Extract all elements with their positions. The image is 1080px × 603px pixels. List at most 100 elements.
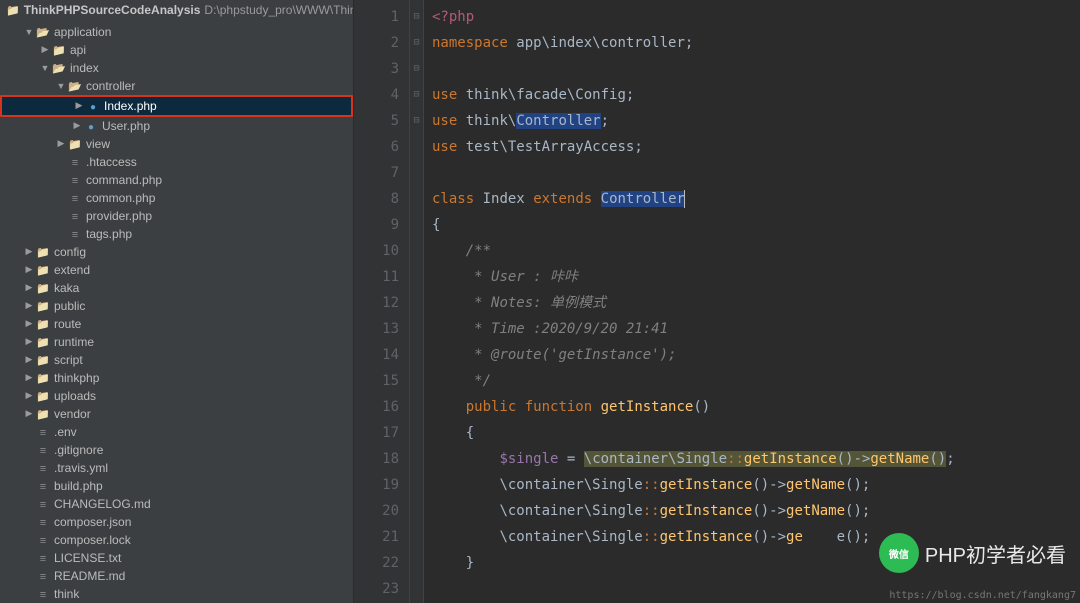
tree-toggle-icon[interactable]: ▶ [24, 282, 34, 293]
tree-node-application[interactable]: ▼application [0, 23, 353, 41]
file-icon [36, 587, 50, 601]
tree-toggle-icon[interactable]: ▶ [72, 120, 82, 131]
fold-toggle-icon[interactable]: ⊟ [410, 82, 423, 108]
tree-node-api[interactable]: ▶api [0, 41, 353, 59]
tree-node-route[interactable]: ▶ route [0, 315, 353, 333]
tree-toggle-icon[interactable]: ▼ [24, 27, 34, 37]
tree-node-thinkphp[interactable]: ▶thinkphp [0, 369, 353, 387]
tree-node-provider-php[interactable]: provider.php [0, 207, 353, 225]
tree-node-tags-php[interactable]: tags.php [0, 225, 353, 243]
tree-node-user-php[interactable]: ▶User.php [0, 117, 353, 135]
tree-node-license-txt[interactable]: LICENSE.txt [0, 549, 353, 567]
line-number: 17 [354, 420, 399, 446]
tree-node-changelog-md[interactable]: CHANGELOG.md [0, 495, 353, 513]
tree-toggle-icon[interactable]: ▶ [24, 408, 34, 419]
fold-toggle-icon[interactable]: ⊟ [410, 4, 423, 30]
tree-node-view[interactable]: ▶view [0, 135, 353, 153]
code-line[interactable] [432, 56, 1080, 82]
file-icon [36, 551, 50, 565]
code-line[interactable]: \container\Single::getInstance()->getNam… [432, 498, 1080, 524]
code-line[interactable]: * User : 咔咔 [432, 264, 1080, 290]
tree-node-composer-lock[interactable]: composer.lock [0, 531, 353, 549]
tree-toggle-icon[interactable]: ▶ [24, 336, 34, 347]
code-line[interactable]: \container\Single::getInstance()->getNam… [432, 472, 1080, 498]
code-line[interactable]: class Index extends Controller [432, 186, 1080, 212]
tree-label: CHANGELOG.md [54, 497, 151, 511]
tree-toggle-icon[interactable]: ▶ [24, 264, 34, 275]
code-line[interactable]: $single = \container\Single::getInstance… [432, 446, 1080, 472]
tree-node-public[interactable]: ▶ public [0, 297, 353, 315]
line-number: 13 [354, 316, 399, 342]
code-line[interactable]: namespace app\index\controller; [432, 30, 1080, 56]
tree-node-kaka[interactable]: ▶kaka [0, 279, 353, 297]
tree-node--htaccess[interactable]: .htaccess [0, 153, 353, 171]
code-line[interactable]: /** [432, 238, 1080, 264]
fold-toggle-icon[interactable]: ⊟ [410, 30, 423, 56]
code-line[interactable]: { [432, 212, 1080, 238]
tree-node-uploads[interactable]: ▶uploads [0, 387, 353, 405]
tree-node-common-php[interactable]: common.php [0, 189, 353, 207]
line-number: 3 [354, 56, 399, 82]
tree-toggle-icon[interactable]: ▼ [40, 63, 50, 73]
tree-toggle-icon[interactable]: ▶ [40, 44, 50, 55]
tree-node--gitignore[interactable]: .gitignore [0, 441, 353, 459]
tree-node-script[interactable]: ▶script [0, 351, 353, 369]
tree-label: route [54, 317, 81, 331]
code-line[interactable]: * @route('getInstance'); [432, 342, 1080, 368]
tree-node-controller[interactable]: ▼controller [0, 77, 353, 95]
watermark-text: PHP初学者必看 [925, 539, 1066, 568]
line-number: 4 [354, 82, 399, 108]
line-number: 21 [354, 524, 399, 550]
tree-toggle-icon[interactable]: ▶ [24, 354, 34, 365]
app-root: ThinkPHPSourceCodeAnalysis D:\phpstudy_p… [0, 0, 1080, 603]
tree-node-extend[interactable]: ▶extend [0, 261, 353, 279]
tree-node-composer-json[interactable]: composer.json [0, 513, 353, 531]
fold-toggle-icon[interactable]: ⊟ [410, 56, 423, 82]
code-line[interactable]: * Time :2020/9/20 21:41 [432, 316, 1080, 342]
tree-node-vendor[interactable]: ▶vendor [0, 405, 353, 423]
tree-label: .env [54, 425, 77, 439]
code-line[interactable]: use think\Controller; [432, 108, 1080, 134]
fold-column[interactable]: ⊟⊟⊟⊟⊟ [410, 0, 424, 603]
line-number: 20 [354, 498, 399, 524]
code-line[interactable]: { [432, 420, 1080, 446]
fold-toggle-icon[interactable]: ⊟ [410, 108, 423, 134]
tree-node-build-php[interactable]: build.php [0, 477, 353, 495]
tree-node--travis-yml[interactable]: .travis.yml [0, 459, 353, 477]
tree-node-command-php[interactable]: command.php [0, 171, 353, 189]
code-line[interactable]: public function getInstance() [432, 394, 1080, 420]
tree-toggle-icon[interactable]: ▶ [24, 300, 34, 311]
footer-url: https://blog.csdn.net/fangkang7 [889, 590, 1076, 601]
tree-toggle-icon[interactable]: ▶ [56, 138, 66, 149]
file-icon [36, 461, 50, 475]
code-editor[interactable]: 1234567891011121314151617181920212223 ⊟⊟… [354, 0, 1080, 603]
folder-icon [52, 43, 66, 57]
tree-toggle-icon[interactable]: ▼ [56, 81, 66, 91]
code-line[interactable]: * Notes: 单例模式 [432, 290, 1080, 316]
tree-node-think[interactable]: think [0, 585, 353, 603]
tree-node-runtime[interactable]: ▶runtime [0, 333, 353, 351]
tree-toggle-icon[interactable]: ▶ [74, 100, 84, 111]
tree-node-index[interactable]: ▼index [0, 59, 353, 77]
tree-node-readme-md[interactable]: README.md [0, 567, 353, 585]
project-tree[interactable]: ▼application▶api▼index▼controller ▶Index.… [0, 21, 353, 603]
tree-node-index-php[interactable]: ▶Index.php [2, 97, 351, 115]
tree-label: public [54, 299, 85, 313]
file-icon [36, 569, 50, 583]
code-line[interactable] [432, 160, 1080, 186]
tree-toggle-icon[interactable]: ▶ [24, 372, 34, 383]
tree-toggle-icon[interactable]: ▶ [24, 318, 34, 329]
tree-toggle-icon[interactable]: ▶ [24, 390, 34, 401]
tree-label: composer.lock [54, 533, 131, 547]
line-number: 14 [354, 342, 399, 368]
tree-node--env[interactable]: .env [0, 423, 353, 441]
code-line[interactable]: <?php [432, 4, 1080, 30]
tree-toggle-icon[interactable]: ▶ [24, 246, 34, 257]
tree-node-config[interactable]: ▶config [0, 243, 353, 261]
code-line[interactable]: use test\TestArrayAccess; [432, 134, 1080, 160]
line-number: 15 [354, 368, 399, 394]
line-number-gutter: 1234567891011121314151617181920212223 [354, 0, 410, 603]
code-area[interactable]: <?phpnamespace app\index\controller; use … [424, 0, 1080, 603]
code-line[interactable]: use think\facade\Config; [432, 82, 1080, 108]
code-line[interactable]: */ [432, 368, 1080, 394]
